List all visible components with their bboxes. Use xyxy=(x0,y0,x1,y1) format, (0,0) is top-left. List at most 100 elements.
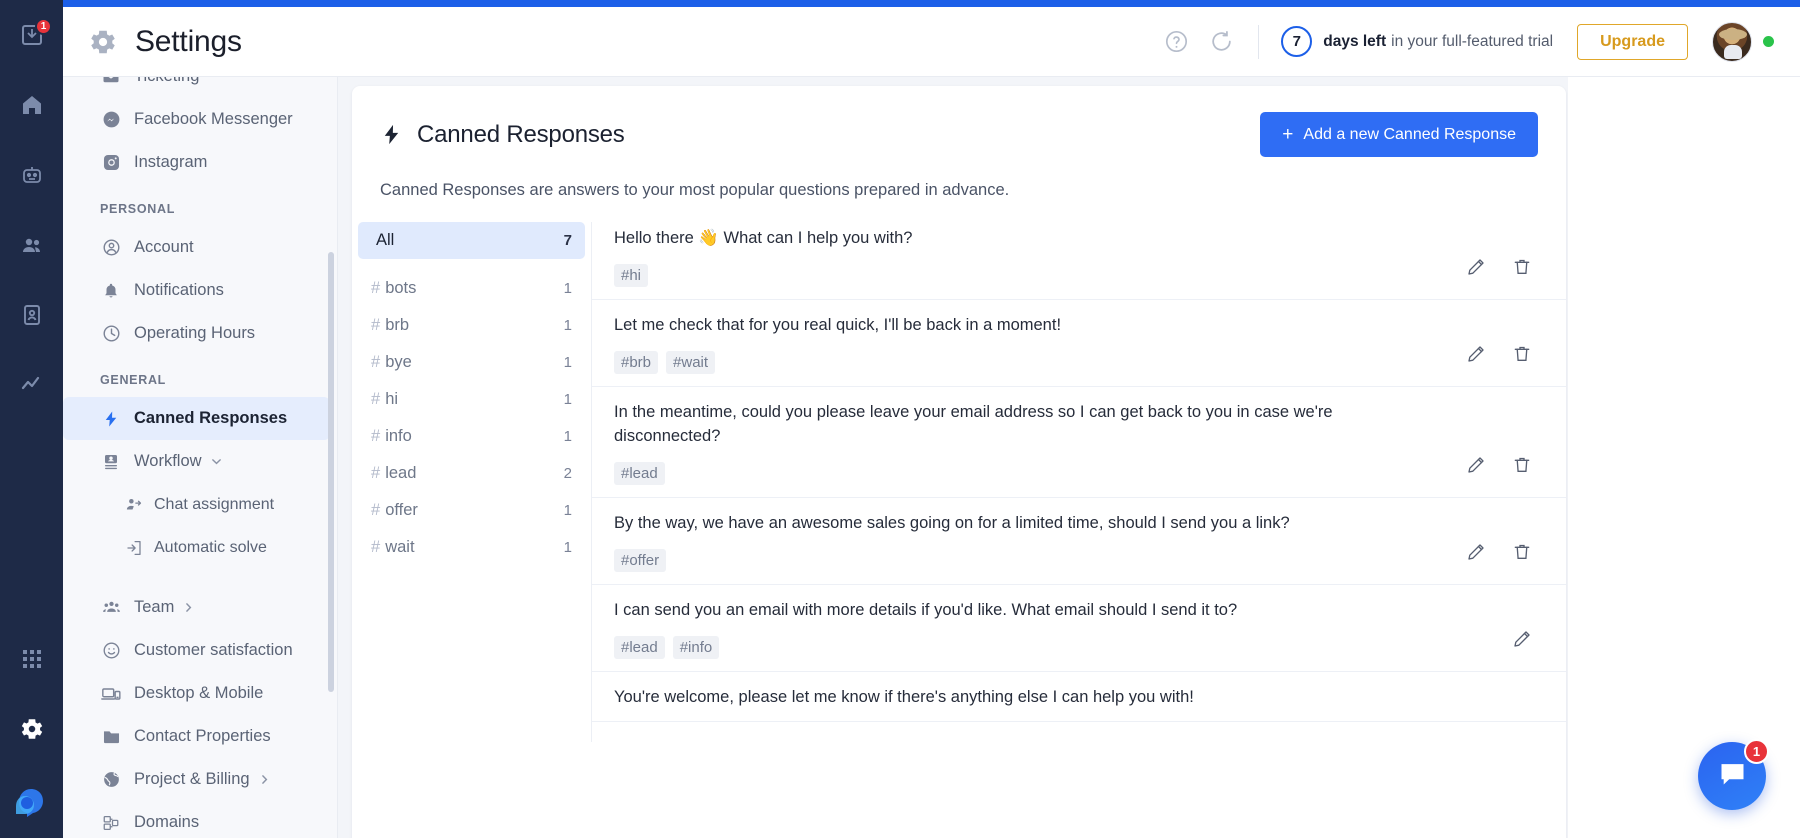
sidebar-item-desktop-mobile[interactable]: Desktop & Mobile xyxy=(63,672,330,715)
tag-filter-all[interactable]: All 7 xyxy=(358,222,585,259)
row-actions xyxy=(1466,344,1532,364)
tag-filter-offer[interactable]: # offer 1 xyxy=(358,492,585,529)
settings-sidebar: Ticketing Facebook Messenger xyxy=(63,77,338,838)
rail-item-analytics[interactable] xyxy=(0,350,63,420)
upgrade-button[interactable]: Upgrade xyxy=(1577,24,1688,60)
sidebar-item-ticketing[interactable]: Ticketing xyxy=(63,77,330,98)
refresh-icon[interactable] xyxy=(1209,29,1234,54)
sidebar-item-label: Team xyxy=(134,598,174,617)
chat-assignment-icon xyxy=(124,496,144,514)
trash-icon[interactable] xyxy=(1512,344,1532,364)
user-avatar-cluster[interactable] xyxy=(1712,22,1774,62)
tag-count: 7 xyxy=(564,232,572,249)
sidebar-item-contact-properties[interactable]: Contact Properties xyxy=(63,715,330,758)
hash-icon: # xyxy=(371,501,380,520)
tag-count: 2 xyxy=(564,465,572,482)
chat-widget-button[interactable]: 1 xyxy=(1698,742,1766,810)
sidebar-item-operating-hours[interactable]: Operating Hours xyxy=(63,312,330,355)
sidebar-item-label: Customer satisfaction xyxy=(134,641,293,660)
pencil-icon[interactable] xyxy=(1466,542,1486,562)
chevron-right-icon[interactable] xyxy=(258,773,271,786)
trial-days-left-label: days left xyxy=(1323,33,1386,51)
tag-count: 1 xyxy=(564,428,572,445)
row-actions xyxy=(1512,629,1532,649)
instagram-icon xyxy=(100,153,122,172)
rail-item-inbox[interactable]: 1 xyxy=(0,0,63,70)
tag-label: bye xyxy=(385,353,412,372)
sidebar-item-instagram[interactable]: Instagram xyxy=(63,141,330,184)
tag-filter-info[interactable]: # info 1 xyxy=(358,418,585,455)
sidebar-item-label: Account xyxy=(134,238,194,257)
chevron-right-icon[interactable] xyxy=(182,601,195,614)
add-canned-response-button[interactable]: + Add a new Canned Response xyxy=(1260,112,1538,157)
bolt-icon xyxy=(380,123,403,146)
trash-icon[interactable] xyxy=(1512,542,1532,562)
tag-label: hi xyxy=(385,390,398,409)
smiley-icon xyxy=(100,641,122,660)
pencil-icon[interactable] xyxy=(1466,257,1486,277)
rail-item-home[interactable] xyxy=(0,70,63,140)
hash-icon: # xyxy=(371,353,380,372)
tag-filter-brb[interactable]: # brb 1 xyxy=(358,307,585,344)
canned-response-list: Hello there 👋 What can I help you with? … xyxy=(592,222,1566,742)
rail-item-tickets[interactable] xyxy=(0,280,63,350)
header-right-cluster: 7 days left in your full-featured trial … xyxy=(1164,22,1800,62)
sidebar-item-account[interactable]: Account xyxy=(63,226,330,269)
sidebar-item-customer-satisfaction[interactable]: Customer satisfaction xyxy=(63,629,330,672)
rail-item-contacts[interactable] xyxy=(0,210,63,280)
tag-filter-lead[interactable]: # lead 2 xyxy=(358,455,585,492)
sidebar-group-general: GENERAL xyxy=(63,355,337,397)
sidebar-item-facebook-messenger[interactable]: Facebook Messenger xyxy=(63,98,330,141)
sidebar-item-chat-assignment[interactable]: Chat assignment xyxy=(63,483,330,526)
pencil-icon[interactable] xyxy=(1466,455,1486,475)
trial-rest-label: in your full-featured trial xyxy=(1391,33,1553,51)
tag-filter-hi[interactable]: # hi 1 xyxy=(358,381,585,418)
response-tag-chip: #offer xyxy=(614,549,666,572)
avatar[interactable] xyxy=(1712,22,1752,62)
team-icon xyxy=(100,598,122,617)
sidebar-group-personal: PERSONAL xyxy=(63,184,337,226)
sidebar-item-notifications[interactable]: Notifications xyxy=(63,269,330,312)
hash-icon: # xyxy=(371,279,380,298)
sidebar-scrollbar[interactable] xyxy=(328,252,334,692)
tag-filter-bots[interactable]: # bots 1 xyxy=(358,270,585,307)
hash-icon: # xyxy=(371,427,380,446)
canned-response-row: You're welcome, please let me know if th… xyxy=(592,672,1566,723)
sidebar-item-label: Notifications xyxy=(134,281,224,300)
trash-icon[interactable] xyxy=(1512,455,1532,475)
response-tag-chip: #lead xyxy=(614,462,665,485)
ticketing-icon xyxy=(100,77,122,86)
tag-count: 1 xyxy=(564,280,572,297)
help-circle-icon[interactable] xyxy=(1164,29,1189,54)
sidebar-item-team[interactable]: Team xyxy=(63,586,330,629)
chevron-down-icon[interactable] xyxy=(210,455,223,468)
response-tags: #lead xyxy=(614,462,1566,485)
sidebar-item-label: Canned Responses xyxy=(134,409,287,428)
trial-banner: 7 days left in your full-featured trial xyxy=(1281,26,1553,57)
rail-item-apps[interactable] xyxy=(0,624,63,694)
tag-count: 1 xyxy=(564,502,572,519)
tag-filter-bye[interactable]: # bye 1 xyxy=(358,344,585,381)
response-text: By the way, we have an awesome sales goi… xyxy=(614,512,1566,536)
bolt-icon xyxy=(100,410,122,428)
sidebar-item-project-billing[interactable]: Project & Billing xyxy=(63,758,330,801)
sidebar-item-canned-responses[interactable]: Canned Responses xyxy=(63,397,330,440)
canned-response-row: I can send you an email with more detail… xyxy=(592,585,1566,672)
response-tag-chip: #brb xyxy=(614,351,658,374)
trash-icon[interactable] xyxy=(1512,257,1532,277)
pencil-icon[interactable] xyxy=(1466,344,1486,364)
rail-item-chatbot[interactable] xyxy=(0,140,63,210)
tag-label: brb xyxy=(385,316,409,335)
tag-label: All xyxy=(376,231,394,250)
browser-top-strip xyxy=(0,0,1800,7)
hash-icon: # xyxy=(371,538,380,557)
hash-icon: # xyxy=(371,390,380,409)
sidebar-item-automatic-solve[interactable]: Automatic solve xyxy=(63,526,330,569)
tag-filter-wait[interactable]: # wait 1 xyxy=(358,529,585,566)
rail-item-settings[interactable] xyxy=(0,694,63,764)
pencil-icon[interactable] xyxy=(1512,629,1532,649)
sidebar-item-workflow[interactable]: Workflow xyxy=(63,440,330,483)
row-actions xyxy=(1466,455,1532,475)
app-logo-icon xyxy=(0,764,63,838)
sidebar-item-domains[interactable]: Domains xyxy=(63,801,330,838)
